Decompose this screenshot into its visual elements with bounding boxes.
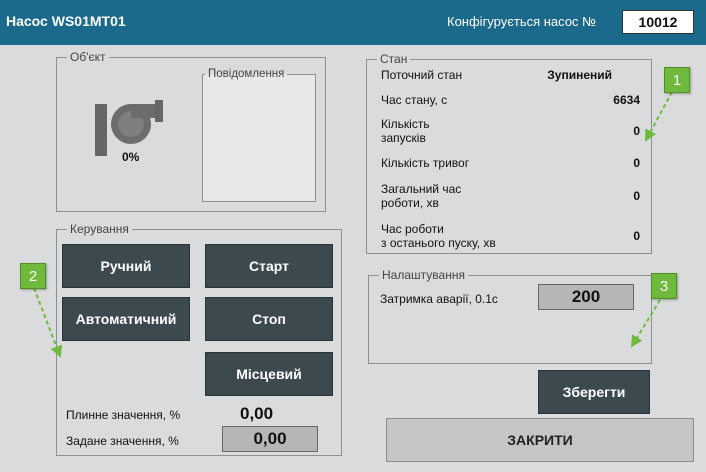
- arrow-2: [33, 287, 63, 358]
- arrow-1: [645, 91, 673, 142]
- annotation-marker-3: 3: [651, 273, 677, 299]
- annotation-marker-1: 1: [664, 67, 690, 93]
- annotation-arrows: [33, 91, 673, 358]
- annotation-marker-2: 2: [20, 263, 46, 289]
- arrow-3: [630, 299, 661, 348]
